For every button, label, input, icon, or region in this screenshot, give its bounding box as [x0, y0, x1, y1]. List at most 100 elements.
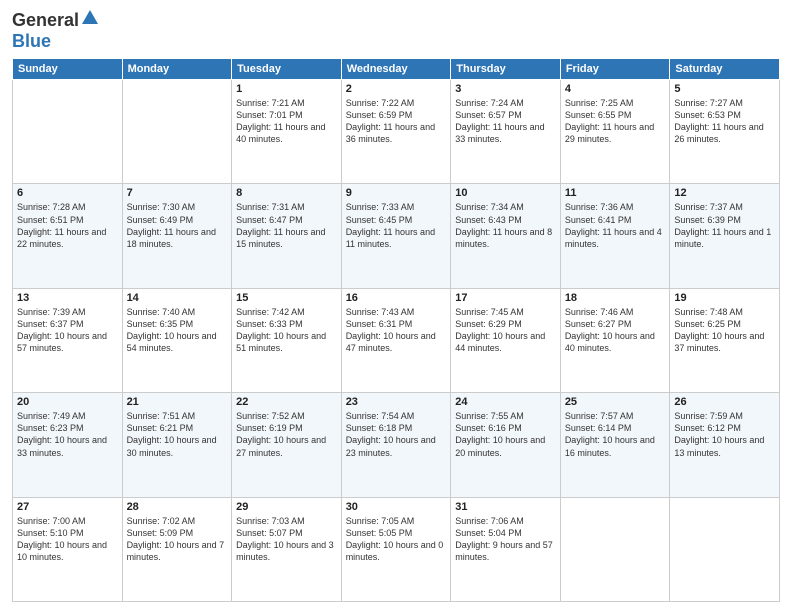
day-number: 26 [674, 396, 775, 408]
day-cell: 6 Sunrise: 7:28 AM Sunset: 6:51 PM Daylig… [13, 184, 123, 288]
day-info: Sunrise: 7:05 AM Sunset: 5:05 PM Dayligh… [346, 515, 447, 564]
header-cell-tuesday: Tuesday [232, 59, 342, 80]
day-info: Sunrise: 7:37 AM Sunset: 6:39 PM Dayligh… [674, 201, 775, 250]
day-info: Sunrise: 7:42 AM Sunset: 6:33 PM Dayligh… [236, 306, 337, 355]
day-number: 25 [565, 396, 666, 408]
day-cell [122, 80, 232, 184]
day-cell: 1 Sunrise: 7:21 AM Sunset: 7:01 PM Daylig… [232, 80, 342, 184]
day-info: Sunrise: 7:21 AM Sunset: 7:01 PM Dayligh… [236, 97, 337, 146]
logo-general: General [12, 10, 79, 31]
day-number: 20 [17, 396, 118, 408]
day-cell: 31 Sunrise: 7:06 AM Sunset: 5:04 PM Dayli… [451, 497, 561, 601]
day-info: Sunrise: 7:25 AM Sunset: 6:55 PM Dayligh… [565, 97, 666, 146]
day-number: 28 [127, 501, 228, 513]
day-info: Sunrise: 7:02 AM Sunset: 5:09 PM Dayligh… [127, 515, 228, 564]
day-info: Sunrise: 7:36 AM Sunset: 6:41 PM Dayligh… [565, 201, 666, 250]
day-info: Sunrise: 7:06 AM Sunset: 5:04 PM Dayligh… [455, 515, 556, 564]
header: General Blue [12, 10, 780, 52]
day-cell: 10 Sunrise: 7:34 AM Sunset: 6:43 PM Dayli… [451, 184, 561, 288]
day-cell: 19 Sunrise: 7:48 AM Sunset: 6:25 PM Dayli… [670, 288, 780, 392]
day-cell: 24Sunrise: 7:55 AM Sunset: 6:16 PM Dayli… [451, 393, 561, 497]
day-info: Sunrise: 7:27 AM Sunset: 6:53 PM Dayligh… [674, 97, 775, 146]
day-info: Sunrise: 7:28 AM Sunset: 6:51 PM Dayligh… [17, 201, 118, 250]
day-info: Sunrise: 7:40 AM Sunset: 6:35 PM Dayligh… [127, 306, 228, 355]
day-number: 6 [17, 187, 118, 199]
day-number: 30 [346, 501, 447, 513]
logo: General Blue [12, 10, 98, 52]
day-info: Sunrise: 7:52 AM Sunset: 6:19 PM Dayligh… [236, 410, 337, 459]
day-info: Sunrise: 7:39 AM Sunset: 6:37 PM Dayligh… [17, 306, 118, 355]
day-cell: 3Sunrise: 7:24 AM Sunset: 6:57 PM Daylig… [451, 80, 561, 184]
day-number: 12 [674, 187, 775, 199]
day-info: Sunrise: 7:43 AM Sunset: 6:31 PM Dayligh… [346, 306, 447, 355]
day-cell: 16 Sunrise: 7:43 AM Sunset: 6:31 PM Dayli… [341, 288, 451, 392]
day-info: Sunrise: 7:49 AM Sunset: 6:23 PM Dayligh… [17, 410, 118, 459]
day-cell: 22 Sunrise: 7:52 AM Sunset: 6:19 PM Dayli… [232, 393, 342, 497]
day-number: 8 [236, 187, 337, 199]
day-cell: 17 Sunrise: 7:45 AM Sunset: 6:29 PM Dayli… [451, 288, 561, 392]
day-info: Sunrise: 7:57 AM Sunset: 6:14 PM Dayligh… [565, 410, 666, 459]
header-cell-wednesday: Wednesday [341, 59, 451, 80]
day-cell: 28 Sunrise: 7:02 AM Sunset: 5:09 PM Dayli… [122, 497, 232, 601]
day-info: Sunrise: 7:48 AM Sunset: 6:25 PM Dayligh… [674, 306, 775, 355]
day-cell: 25 Sunrise: 7:57 AM Sunset: 6:14 PM Dayli… [560, 393, 670, 497]
day-cell [13, 80, 123, 184]
week-row-5: 27 Sunrise: 7:00 AM Sunset: 5:10 PM Dayli… [13, 497, 780, 601]
day-cell: 20 Sunrise: 7:49 AM Sunset: 6:23 PM Dayli… [13, 393, 123, 497]
day-cell: 30 Sunrise: 7:05 AM Sunset: 5:05 PM Dayli… [341, 497, 451, 601]
header-cell-saturday: Saturday [670, 59, 780, 80]
week-row-4: 20 Sunrise: 7:49 AM Sunset: 6:23 PM Dayli… [13, 393, 780, 497]
day-number: 22 [236, 396, 337, 408]
day-cell: 23 Sunrise: 7:54 AM Sunset: 6:18 PM Dayli… [341, 393, 451, 497]
week-row-2: 6 Sunrise: 7:28 AM Sunset: 6:51 PM Daylig… [13, 184, 780, 288]
day-number: 31 [455, 501, 556, 513]
day-cell: 14 Sunrise: 7:40 AM Sunset: 6:35 PM Dayli… [122, 288, 232, 392]
day-info: Sunrise: 7:31 AM Sunset: 6:47 PM Dayligh… [236, 201, 337, 250]
logo-blue: Blue [12, 31, 51, 51]
day-cell: 18Sunrise: 7:46 AM Sunset: 6:27 PM Dayli… [560, 288, 670, 392]
header-cell-friday: Friday [560, 59, 670, 80]
day-cell: 29Sunrise: 7:03 AM Sunset: 5:07 PM Dayli… [232, 497, 342, 601]
day-number: 10 [455, 187, 556, 199]
day-number: 2 [346, 83, 447, 95]
header-row: SundayMondayTuesdayWednesdayThursdayFrid… [13, 59, 780, 80]
day-cell: 13 Sunrise: 7:39 AM Sunset: 6:37 PM Dayli… [13, 288, 123, 392]
day-info: Sunrise: 7:22 AM Sunset: 6:59 PM Dayligh… [346, 97, 447, 146]
day-number: 9 [346, 187, 447, 199]
day-info: Sunrise: 7:34 AM Sunset: 6:43 PM Dayligh… [455, 201, 556, 250]
header-cell-thursday: Thursday [451, 59, 561, 80]
header-cell-sunday: Sunday [13, 59, 123, 80]
header-cell-monday: Monday [122, 59, 232, 80]
day-number: 19 [674, 292, 775, 304]
day-info: Sunrise: 7:51 AM Sunset: 6:21 PM Dayligh… [127, 410, 228, 459]
day-info: Sunrise: 7:55 AM Sunset: 6:16 PM Dayligh… [455, 410, 556, 459]
day-cell: 2 Sunrise: 7:22 AM Sunset: 6:59 PM Daylig… [341, 80, 451, 184]
day-number: 7 [127, 187, 228, 199]
day-info: Sunrise: 7:03 AM Sunset: 5:07 PM Dayligh… [236, 515, 337, 564]
day-number: 14 [127, 292, 228, 304]
day-info: Sunrise: 7:33 AM Sunset: 6:45 PM Dayligh… [346, 201, 447, 250]
day-number: 5 [674, 83, 775, 95]
day-number: 13 [17, 292, 118, 304]
day-number: 4 [565, 83, 666, 95]
day-cell: 4 Sunrise: 7:25 AM Sunset: 6:55 PM Daylig… [560, 80, 670, 184]
day-number: 23 [346, 396, 447, 408]
day-cell: 9 Sunrise: 7:33 AM Sunset: 6:45 PM Daylig… [341, 184, 451, 288]
day-cell: 11Sunrise: 7:36 AM Sunset: 6:41 PM Dayli… [560, 184, 670, 288]
day-cell: 5 Sunrise: 7:27 AM Sunset: 6:53 PM Daylig… [670, 80, 780, 184]
week-row-1: 1 Sunrise: 7:21 AM Sunset: 7:01 PM Daylig… [13, 80, 780, 184]
day-number: 18 [565, 292, 666, 304]
day-number: 1 [236, 83, 337, 95]
page: General Blue SundayMondayTuesdayWednesda… [0, 0, 792, 612]
day-info: Sunrise: 7:45 AM Sunset: 6:29 PM Dayligh… [455, 306, 556, 355]
day-info: Sunrise: 7:54 AM Sunset: 6:18 PM Dayligh… [346, 410, 447, 459]
day-info: Sunrise: 7:00 AM Sunset: 5:10 PM Dayligh… [17, 515, 118, 564]
week-row-3: 13 Sunrise: 7:39 AM Sunset: 6:37 PM Dayli… [13, 288, 780, 392]
day-number: 16 [346, 292, 447, 304]
day-number: 17 [455, 292, 556, 304]
day-number: 15 [236, 292, 337, 304]
day-info: Sunrise: 7:30 AM Sunset: 6:49 PM Dayligh… [127, 201, 228, 250]
day-cell: 26Sunrise: 7:59 AM Sunset: 6:12 PM Dayli… [670, 393, 780, 497]
day-number: 27 [17, 501, 118, 513]
day-cell: 27 Sunrise: 7:00 AM Sunset: 5:10 PM Dayli… [13, 497, 123, 601]
